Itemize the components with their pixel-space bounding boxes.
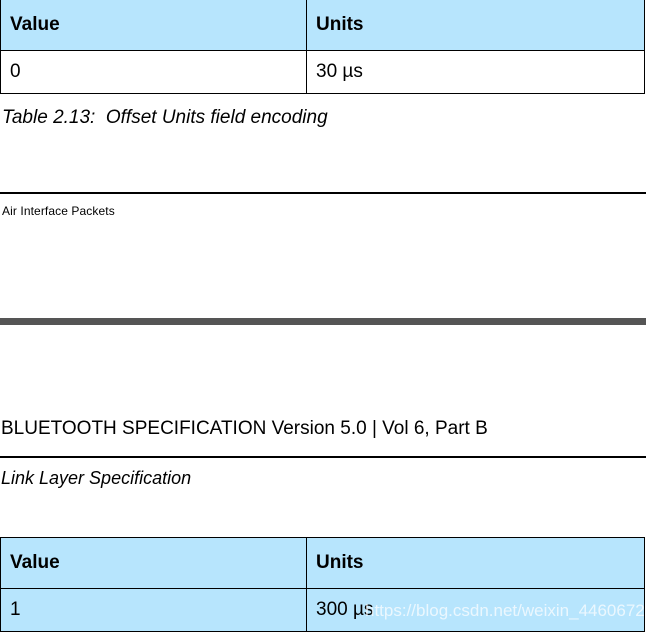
header-rule-upper (0, 192, 646, 194)
table-header-row: Value Units (0, 537, 645, 589)
offset-units-table-bottom: Value Units 1 300 µs (0, 537, 645, 632)
offset-units-table-bottom-wrapper: Value Units 1 300 µs (0, 537, 645, 632)
offset-units-table-top: Value Units 0 30 µs (0, 0, 645, 94)
section-label: Air Interface Packets (2, 204, 115, 218)
header-rule-lower (0, 456, 646, 458)
document-subheader: Link Layer Specification (1, 468, 192, 488)
column-header-units: Units (306, 537, 645, 589)
document-header: BLUETOOTH SPECIFICATION Version 5.0 | Vo… (1, 418, 488, 439)
table-header-row: Value Units (0, 0, 645, 51)
cell-units: 300 µs (306, 588, 645, 632)
page-break-bar (0, 318, 646, 325)
column-header-value: Value (0, 537, 307, 589)
column-header-value: Value (0, 0, 307, 51)
table-2-13-wrapper: Value Units 0 30 µs (0, 0, 645, 94)
table-caption: Table 2.13: Offset Units field encoding (2, 107, 328, 128)
cell-units: 30 µs (306, 50, 645, 94)
document-page: Value Units 0 30 µs Table 2.13: Offset U… (0, 0, 646, 636)
cell-value: 0 (0, 50, 307, 94)
cell-value: 1 (0, 588, 307, 632)
table-row: 0 30 µs (0, 50, 645, 94)
column-header-units: Units (306, 0, 645, 51)
table-row: 1 300 µs (0, 588, 645, 632)
